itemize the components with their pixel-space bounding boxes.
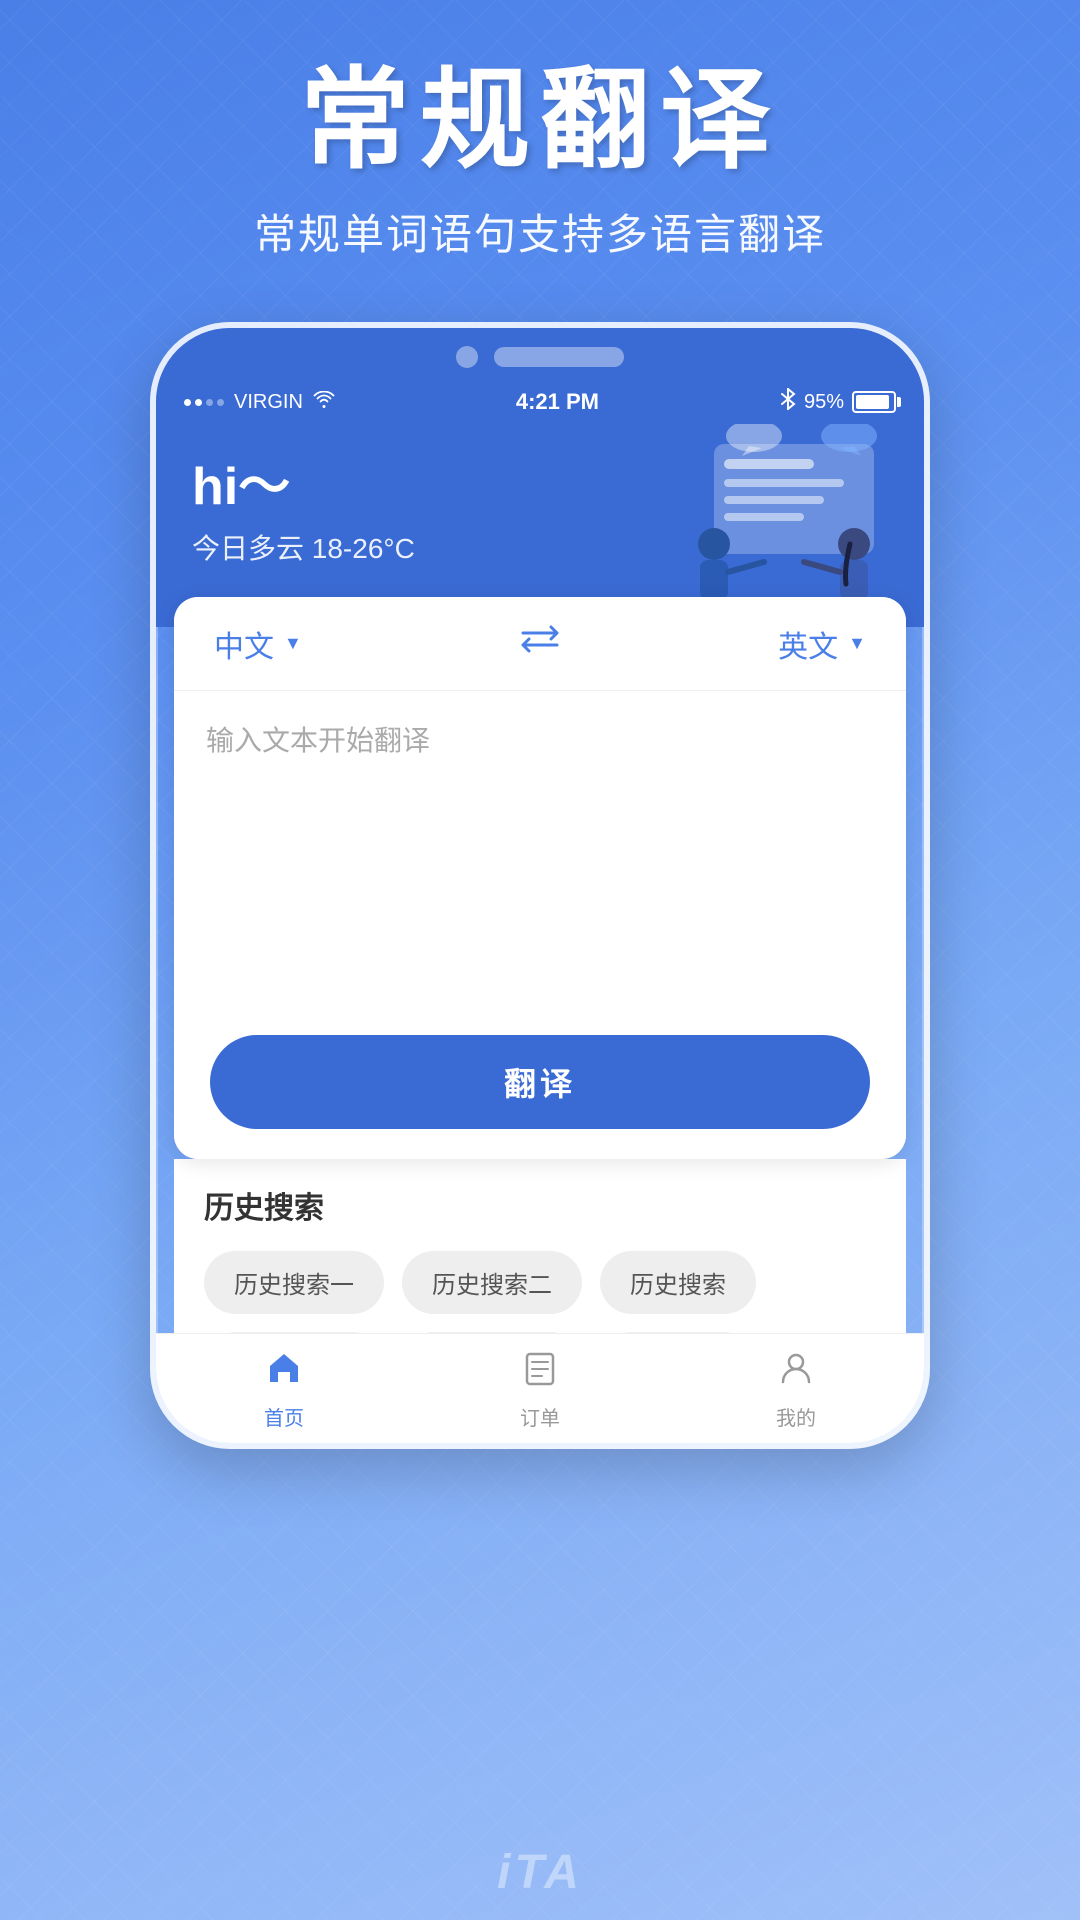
nav-home[interactable]: 首页: [156, 1350, 412, 1431]
target-lang-selector[interactable]: 英文 ▼: [778, 622, 866, 666]
bluetooth-icon: [780, 388, 796, 416]
brand-text: iTA: [497, 1846, 583, 1899]
signal-dot-1: [184, 399, 191, 406]
battery-percent: 95%: [804, 391, 844, 414]
bottom-nav: 首页 订单: [156, 1333, 924, 1443]
wifi-icon: [313, 391, 335, 414]
signal-dot-2: [195, 399, 202, 406]
history-tag-2[interactable]: 历史搜索: [600, 1251, 756, 1314]
status-left: VIRGIN: [184, 391, 335, 414]
page-subtitle: 常规单词语句支持多语言翻译: [0, 201, 1080, 262]
battery-fill: [856, 395, 889, 409]
source-lang-label: 中文: [214, 622, 274, 666]
signal-dot-3: [206, 399, 213, 406]
translation-placeholder: 输入文本开始翻译: [206, 719, 874, 759]
source-lang-arrow: ▼: [284, 633, 302, 654]
translate-button[interactable]: 翻译: [210, 1035, 870, 1129]
nav-mine[interactable]: 我的: [668, 1350, 924, 1431]
nav-orders-label: 订单: [520, 1402, 560, 1431]
swap-lang-button[interactable]: [515, 621, 565, 666]
illustration: [654, 424, 914, 614]
translation-panel: 中文 ▼ 英文 ▼ 输入文本开始翻译: [174, 597, 906, 1159]
mine-icon: [779, 1350, 813, 1396]
status-right: 95%: [780, 388, 896, 416]
nav-mine-label: 我的: [776, 1402, 816, 1431]
signal-dots: [184, 399, 224, 406]
battery-bar: [852, 391, 896, 413]
brand-label: iTA: [497, 1845, 583, 1900]
home-icon: [266, 1350, 302, 1396]
phone-speaker: [494, 347, 624, 367]
target-lang-arrow: ▼: [848, 633, 866, 654]
target-lang-label: 英文: [778, 622, 838, 666]
lang-selector: 中文 ▼ 英文 ▼: [174, 597, 906, 691]
carrier-label: VIRGIN: [234, 391, 303, 414]
nav-home-label: 首页: [264, 1402, 304, 1431]
translate-btn-area: 翻译: [174, 1011, 906, 1159]
phone-camera: [456, 346, 478, 368]
source-lang-selector[interactable]: 中文 ▼: [214, 622, 302, 666]
signal-dot-4: [217, 399, 224, 406]
phone-top-bar: [156, 328, 924, 380]
status-time: 4:21 PM: [516, 389, 599, 415]
status-bar: VIRGIN 4:21 PM 95%: [156, 380, 924, 424]
history-tag-1[interactable]: 历史搜索二: [402, 1251, 582, 1314]
page-main-title: 常规翻译: [0, 60, 1080, 181]
history-title: 历史搜索: [204, 1183, 876, 1227]
phone-mockup: VIRGIN 4:21 PM 95%: [150, 322, 930, 1449]
history-tags-row-1: 历史搜索一 历史搜索二 历史搜索: [204, 1251, 876, 1314]
translation-input-area[interactable]: 输入文本开始翻译: [174, 691, 906, 1011]
phone-container: VIRGIN 4:21 PM 95%: [0, 322, 1080, 1449]
nav-orders[interactable]: 订单: [412, 1350, 668, 1431]
orders-icon: [523, 1350, 557, 1396]
history-tag-0[interactable]: 历史搜索一: [204, 1251, 384, 1314]
top-section: 常规翻译 常规单词语句支持多语言翻译: [0, 0, 1080, 292]
